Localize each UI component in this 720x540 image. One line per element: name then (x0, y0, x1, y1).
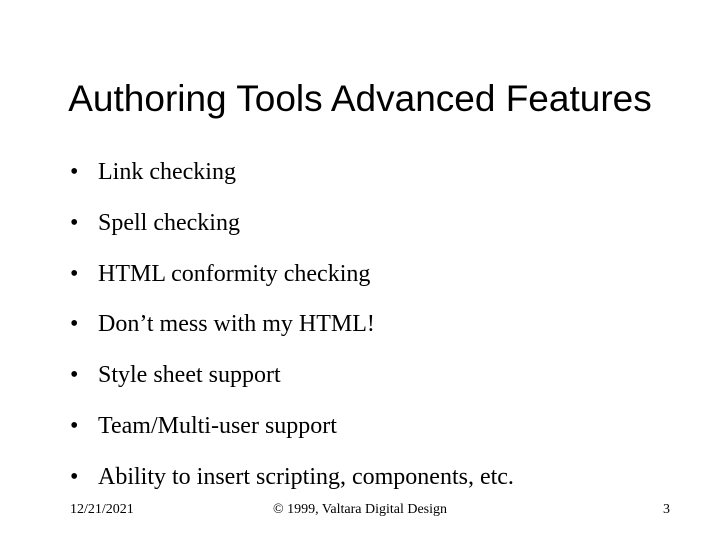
list-item-text: Ability to insert scripting, components,… (98, 463, 514, 492)
list-item: • Link checking (70, 158, 660, 187)
list-item: • Ability to insert scripting, component… (70, 463, 660, 492)
slide: Authoring Tools Advanced Features • Link… (0, 0, 720, 540)
bullet-icon: • (70, 310, 98, 339)
list-item: • Don’t mess with my HTML! (70, 310, 660, 339)
list-item: • Team/Multi-user support (70, 412, 660, 441)
list-item-text: Team/Multi-user support (98, 412, 337, 441)
list-item: • Spell checking (70, 209, 660, 238)
slide-title: Authoring Tools Advanced Features (0, 78, 720, 120)
bullet-icon: • (70, 412, 98, 441)
list-item-text: Style sheet support (98, 361, 281, 390)
list-item-text: HTML conformity checking (98, 260, 370, 289)
list-item-text: Don’t mess with my HTML! (98, 310, 375, 339)
footer-copyright: © 1999, Valtara Digital Design (0, 502, 720, 518)
bullet-icon: • (70, 158, 98, 187)
bullet-icon: • (70, 361, 98, 390)
footer-page-number: 3 (663, 502, 670, 518)
bullet-icon: • (70, 209, 98, 238)
list-item-text: Link checking (98, 158, 236, 187)
list-item-text: Spell checking (98, 209, 240, 238)
slide-body: • Link checking • Spell checking • HTML … (70, 158, 660, 514)
bullet-icon: • (70, 260, 98, 289)
list-item: • HTML conformity checking (70, 260, 660, 289)
list-item: • Style sheet support (70, 361, 660, 390)
bullet-icon: • (70, 463, 98, 492)
